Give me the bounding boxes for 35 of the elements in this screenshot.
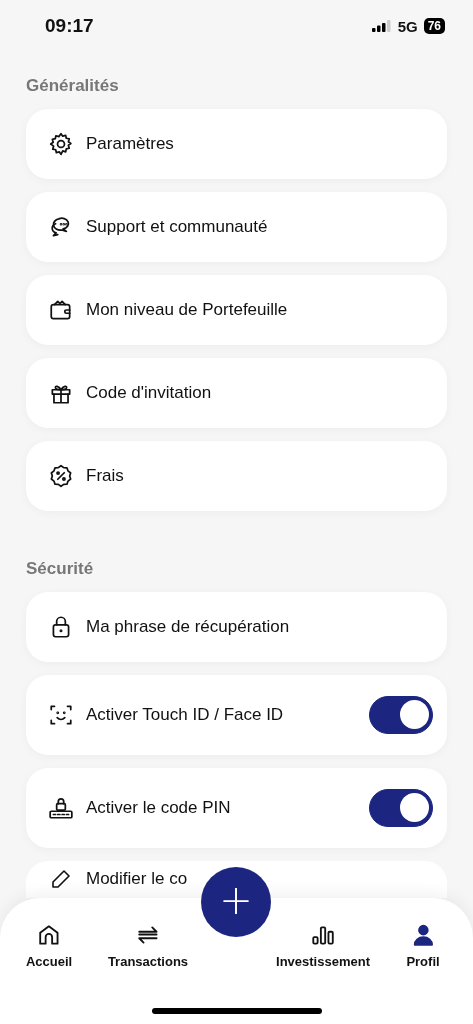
percent-badge-icon xyxy=(48,463,74,489)
status-time: 09:17 xyxy=(45,15,94,37)
menu-label: Support et communauté xyxy=(86,217,268,237)
signal-icon xyxy=(371,20,392,32)
tab-item[interactable]: Transactions xyxy=(107,922,189,969)
menu-item[interactable]: Code d'invitation xyxy=(26,358,447,428)
battery-level: 76 xyxy=(423,18,445,34)
menu-item[interactable]: Support et communauté xyxy=(26,192,447,262)
menu-label: Activer le code PIN xyxy=(86,798,231,818)
pencil-icon xyxy=(52,870,70,888)
menu-label: Mon niveau de Portefeuille xyxy=(86,300,288,320)
network-type: 5G xyxy=(397,17,418,35)
menu-label: Modifier le co xyxy=(86,869,188,889)
menu-item[interactable]: Activer le code PIN xyxy=(26,768,447,848)
menu-item[interactable]: Ma phrase de récupération xyxy=(26,592,447,662)
section-title: Généralités xyxy=(26,75,120,97)
menu-label: Ma phrase de récupération xyxy=(86,617,290,637)
menu-label: Paramètres xyxy=(86,134,174,154)
keypad-lock-icon xyxy=(48,795,74,821)
tab-item[interactable]: Accueil xyxy=(25,922,73,969)
toggle-switch[interactable] xyxy=(369,696,433,734)
menu-item[interactable]: Frais xyxy=(26,441,447,511)
face-scan-icon xyxy=(48,702,74,728)
tab-item[interactable]: Profil xyxy=(406,922,440,969)
menu-label: Frais xyxy=(86,466,124,486)
section-title: Sécurité xyxy=(26,558,95,580)
menu-item[interactable]: Mon niveau de Portefeuille xyxy=(26,275,447,345)
menu-item[interactable]: Paramètres xyxy=(26,109,447,179)
wallet-icon xyxy=(48,297,74,323)
menu-label: Code d'invitation xyxy=(86,383,212,403)
menu-item[interactable]: Activer Touch ID / Face ID xyxy=(26,675,447,755)
menu-label: Activer Touch ID / Face ID xyxy=(86,705,284,725)
gear-icon xyxy=(48,131,74,157)
toggle-switch[interactable] xyxy=(369,789,433,827)
tab-item[interactable]: Investissement xyxy=(276,922,370,969)
